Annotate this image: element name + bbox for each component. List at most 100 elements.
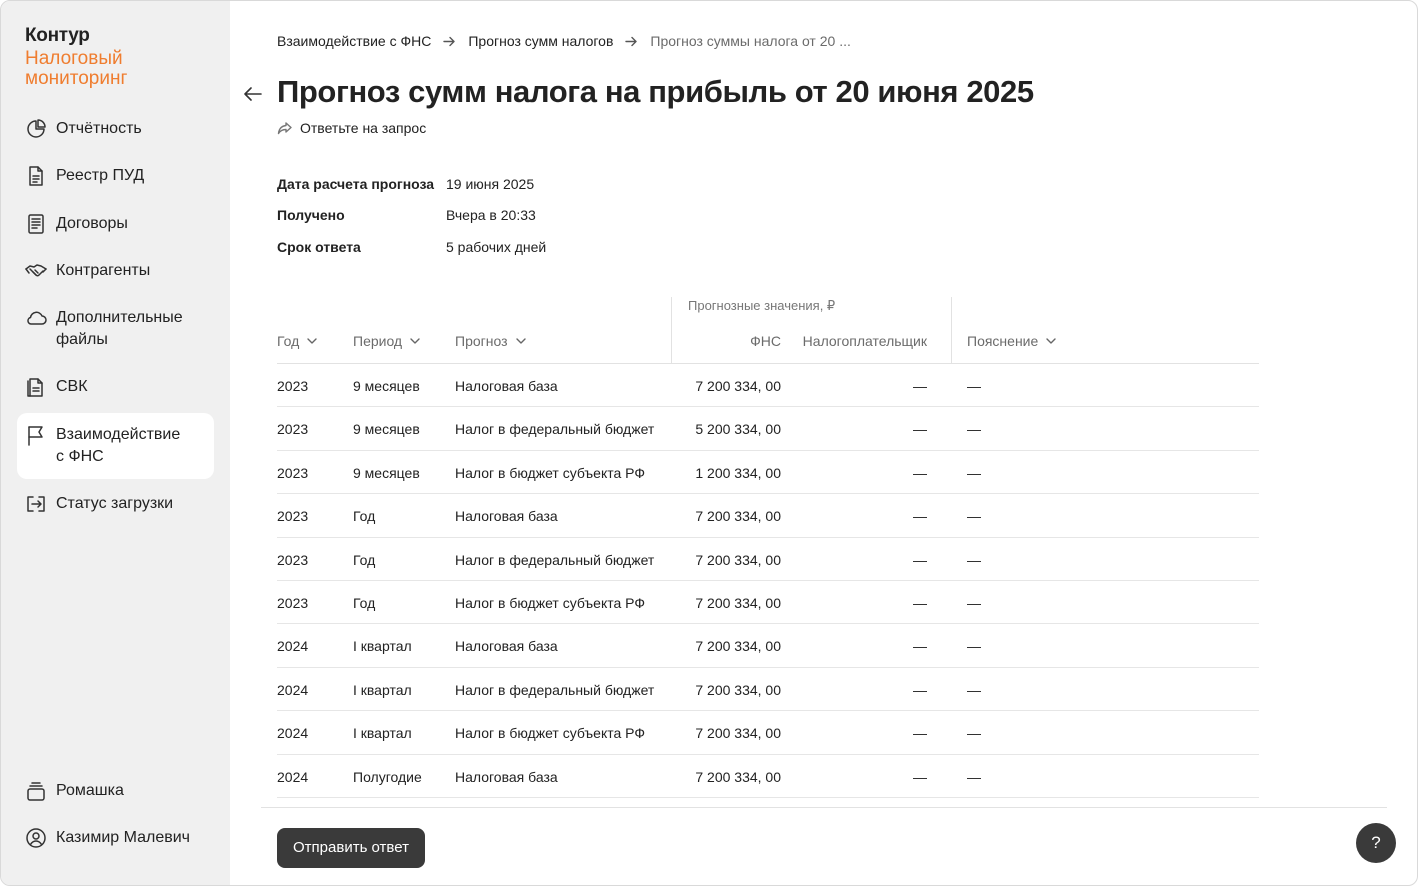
cell-year: 2023 xyxy=(277,594,309,611)
cell-explanation[interactable]: — xyxy=(967,552,981,568)
cell-payer-value[interactable]: — xyxy=(817,552,927,568)
cell-year: 2023 xyxy=(277,464,309,481)
cell-payer-value[interactable]: — xyxy=(817,725,927,741)
user-name: Казимир Малевич xyxy=(56,829,191,846)
contract-icon xyxy=(25,213,47,235)
meta-key: Получено xyxy=(277,207,345,224)
cell-fns-value: 1 200 334, 00 xyxy=(695,464,781,481)
table-row: 2023 9 месяцев Налоговая база 7 200 334, 00… xyxy=(277,364,1259,408)
brand-product: Налоговый мониторинг xyxy=(25,48,128,89)
cell-explanation[interactable]: — xyxy=(967,465,981,481)
page-title: Прогноз сумм налога на прибыль от 20 июн… xyxy=(277,74,1034,109)
sidebar-item-upload-status[interactable]: Статус загрузки xyxy=(17,482,214,526)
column-group-forecast-values: Прогнозные значения, ₽ xyxy=(671,297,951,364)
reply-link-label: Ответьте на запрос xyxy=(300,120,427,136)
column-header-period[interactable]: Период xyxy=(353,333,421,349)
meta-row: Дата расчета прогноза 19 июня 2025 xyxy=(277,168,546,200)
cell-explanation[interactable]: — xyxy=(967,378,981,394)
cell-forecast: Налог в бюджет субъекта РФ xyxy=(455,464,645,481)
table-row: 2023 Год Налог в федеральный бюджет 7 200 3… xyxy=(277,538,1259,581)
breadcrumb: Взаимодействие с ФНС Прогноз сумм налого… xyxy=(277,32,851,50)
sidebar-item-counterparties[interactable]: Контрагенты xyxy=(17,249,214,293)
cell-payer-value[interactable]: — xyxy=(817,682,927,698)
sidebar-item-pud-registry[interactable]: Реестр ПУД xyxy=(17,154,214,198)
cell-year: 2023 xyxy=(277,551,309,568)
sidebar-item-label: Дополнительные файлы xyxy=(56,309,183,349)
sidebar-item-additional-files[interactable]: Дополнительные файлы xyxy=(17,296,214,362)
brand-logo[interactable]: Контур Налоговый мониторинг xyxy=(25,25,127,89)
cell-payer-value[interactable]: — xyxy=(817,638,927,654)
cell-explanation[interactable]: — xyxy=(967,421,981,437)
column-header-forecast[interactable]: Прогноз xyxy=(455,333,527,349)
cell-forecast: Налог в бюджет субъекта РФ xyxy=(455,725,645,742)
cell-payer-value[interactable]: — xyxy=(817,421,927,437)
cell-year: 2023 xyxy=(277,421,309,438)
breadcrumb-item-fns[interactable]: Взаимодействие с ФНС xyxy=(277,32,431,50)
cell-forecast: Налог в федеральный бюджет xyxy=(455,551,655,568)
cell-payer-value[interactable]: — xyxy=(817,595,927,611)
sidebar-item-svk[interactable]: СВК xyxy=(17,365,214,409)
upload-status-icon xyxy=(25,493,47,515)
column-header-year[interactable]: Год xyxy=(277,333,318,349)
cell-explanation[interactable]: — xyxy=(967,725,981,741)
back-button[interactable] xyxy=(242,83,264,105)
sidebar-item-label: Отчётность xyxy=(56,120,142,137)
cell-fns-value: 7 200 334, 00 xyxy=(695,378,781,394)
document-icon xyxy=(25,165,47,187)
cell-explanation[interactable]: — xyxy=(967,769,981,785)
cell-payer-value[interactable]: — xyxy=(817,508,927,524)
breadcrumb-item-current: Прогноз суммы налога от 20 ... xyxy=(650,33,851,49)
cell-period: Год xyxy=(353,508,376,525)
handshake-icon xyxy=(25,260,47,282)
pie-chart-icon xyxy=(25,118,47,140)
cell-payer-value[interactable]: — xyxy=(817,465,927,481)
cell-fns-value: 7 200 334, 00 xyxy=(695,638,781,655)
help-button[interactable]: ? xyxy=(1356,823,1396,863)
cell-forecast: Налоговая база xyxy=(455,378,558,394)
cell-payer-value[interactable]: — xyxy=(817,769,927,785)
cell-year: 2024 xyxy=(277,768,309,785)
sidebar-nav: Отчётность Реестр ПУД Договоры Контраген… xyxy=(17,107,214,529)
table-row: 2023 9 месяцев Налог в бюджет субъекта РФ 1… xyxy=(277,451,1259,495)
arrow-right-icon xyxy=(443,35,456,48)
meta-value: 19 июня 2025 xyxy=(446,175,535,192)
cell-year: 2024 xyxy=(277,681,309,698)
chevron-down-icon xyxy=(1046,338,1056,344)
column-header-label: Прогноз xyxy=(455,333,508,349)
user-icon xyxy=(25,827,47,849)
cell-explanation[interactable]: — xyxy=(967,638,981,654)
cell-payer-value[interactable]: — xyxy=(817,378,927,394)
cell-period: Год xyxy=(353,551,376,568)
cell-forecast: Налог в федеральный бюджет xyxy=(455,421,655,438)
organization-name: Ромашка xyxy=(56,782,124,799)
sidebar-item-contracts[interactable]: Договоры xyxy=(17,202,214,246)
cell-fns-value: 7 200 334, 00 xyxy=(695,594,781,611)
cell-forecast: Налог в бюджет субъекта РФ xyxy=(455,594,645,611)
reply-arrow-icon xyxy=(277,122,292,135)
column-header-label: Период xyxy=(353,333,403,349)
cell-explanation[interactable]: — xyxy=(967,508,981,524)
cell-explanation[interactable]: — xyxy=(967,682,981,698)
user-profile[interactable]: Казимир Малевич xyxy=(17,816,214,860)
column-header-label: Налогоплательщик xyxy=(802,333,927,349)
table-body: 2023 9 месяцев Налоговая база 7 200 334, 00… xyxy=(277,364,1259,798)
cell-explanation[interactable]: — xyxy=(967,595,981,611)
cell-year: 2024 xyxy=(277,638,309,655)
cell-period: I квартал xyxy=(353,638,412,655)
breadcrumb-item-forecasts[interactable]: Прогноз сумм налогов xyxy=(468,32,613,50)
sidebar-item-fns-interaction[interactable]: Взаимодействие с ФНС xyxy=(17,412,214,479)
brand-name: Контур xyxy=(25,25,90,46)
sidebar-item-reports[interactable]: Отчётность xyxy=(17,107,214,151)
table-row: 2024 I квартал Налог в бюджет субъекта РФ 7… xyxy=(277,711,1259,755)
reply-link[interactable]: Ответьте на запрос xyxy=(277,120,426,136)
sidebar-bottom: Ромашка Казимир Малевич xyxy=(17,769,214,863)
cell-period: 9 месяцев xyxy=(353,464,420,481)
column-header-explanation[interactable]: Пояснение xyxy=(967,333,1057,349)
table-row: 2023 Год Налоговая база 7 200 334, 00 — — xyxy=(277,494,1259,538)
sidebar-item-label: Взаимодействие с ФНС xyxy=(56,425,181,465)
arrow-left-icon xyxy=(244,87,262,101)
sidebar-item-label: Статус загрузки xyxy=(56,495,174,513)
send-answer-button[interactable]: Отправить ответ xyxy=(277,828,425,868)
organization-switcher[interactable]: Ромашка xyxy=(17,769,214,813)
column-header-label: Год xyxy=(277,333,300,349)
